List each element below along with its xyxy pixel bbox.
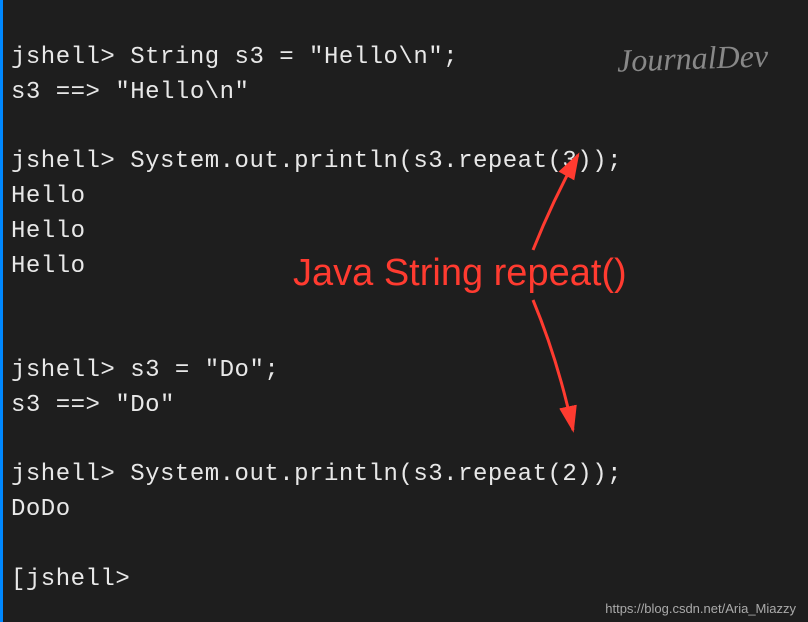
code-line: Hello <box>11 218 86 245</box>
footer-url: https://blog.csdn.net/Aria_Miazzy <box>605 601 796 616</box>
code-line: Hello <box>11 183 86 210</box>
watermark-text: JournalDev <box>616 37 768 79</box>
code-line: jshell> System.out.println(s3.repeat(2))… <box>11 461 622 488</box>
code-line: DoDo <box>11 496 71 523</box>
code-line: s3 ==> "Hello\n" <box>11 79 249 106</box>
code-line: [jshell> <box>11 566 130 593</box>
annotation-label: Java String repeat() <box>293 252 627 295</box>
code-line: jshell> System.out.println(s3.repeat(3))… <box>11 148 622 175</box>
code-line: s3 ==> "Do" <box>11 392 175 419</box>
code-line: Hello <box>11 253 86 280</box>
terminal-output: jshell> String s3 = "Hello\n"; s3 ==> "H… <box>3 0 808 604</box>
code-line: jshell> s3 = "Do"; <box>11 357 279 384</box>
code-line: jshell> String s3 = "Hello\n"; <box>11 44 458 71</box>
